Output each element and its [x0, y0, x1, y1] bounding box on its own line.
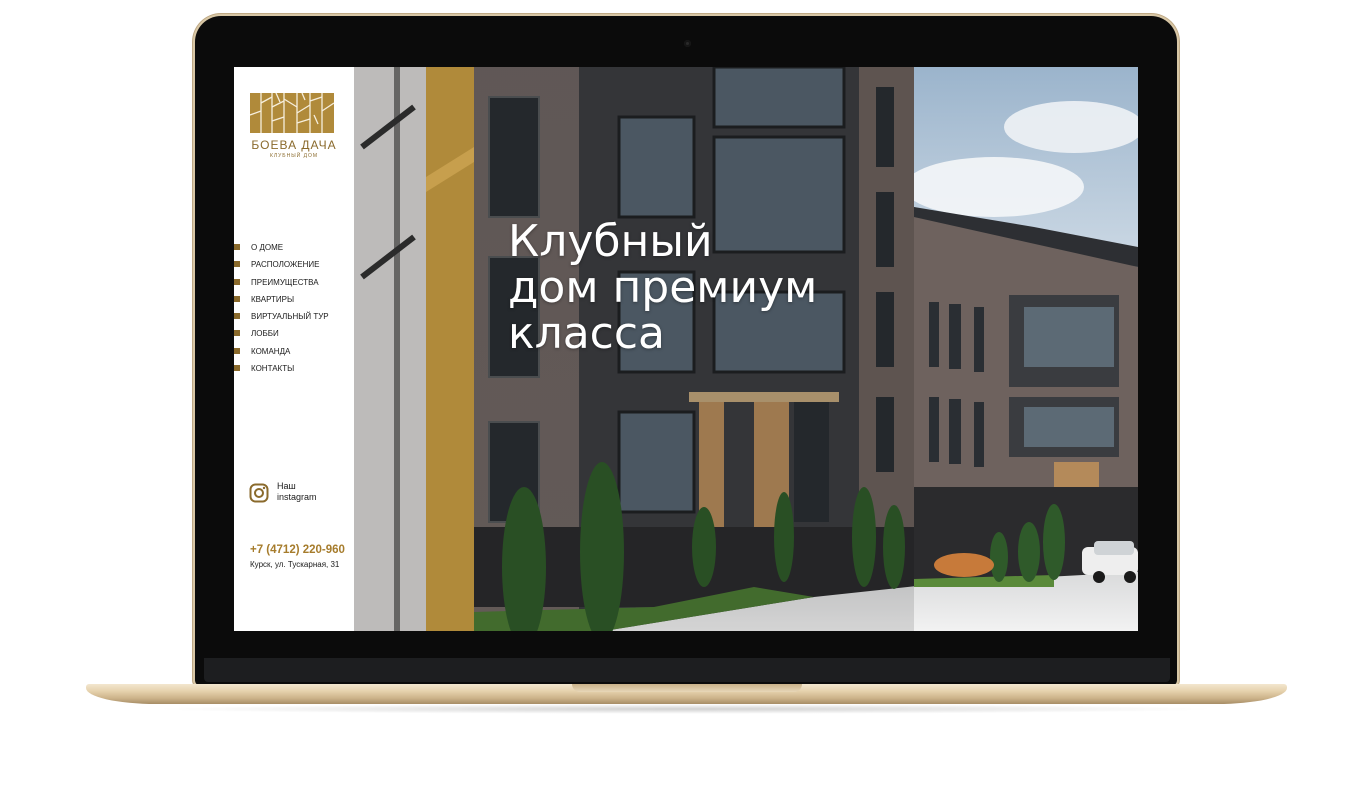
- website-screen: БОЕВА ДАЧА КЛУБНЫЙ ДОМ О ДОМЕ РАСПОЛОЖЕН…: [234, 67, 1138, 631]
- nav-item-label: КОНТАКТЫ: [251, 364, 295, 374]
- instagram-icon: [249, 483, 269, 503]
- nav-item-advantages[interactable]: ПРЕИМУЩЕСТВА: [234, 276, 354, 293]
- nav-item-lobby[interactable]: ЛОББИ: [234, 327, 354, 344]
- nav-bullet: [234, 313, 240, 320]
- nav-item-label: ВИРТУАЛЬНЫЙ ТУР: [251, 312, 329, 322]
- nav-item-label: ЛОББИ: [251, 329, 279, 339]
- address-text: Курск, ул. Тускарная, 31: [250, 560, 340, 569]
- instagram-link[interactable]: Наш instagram: [249, 481, 349, 505]
- main-nav: О ДОМЕ РАСПОЛОЖЕНИЕ ПРЕИМУЩЕСТВА КВАРТИР…: [234, 241, 354, 379]
- hero-title: Клубный дом премиум класса: [508, 216, 818, 359]
- webcam: [684, 40, 691, 47]
- nav-item-about[interactable]: О ДОМЕ: [234, 241, 354, 258]
- laptop-notch: [572, 684, 802, 692]
- nav-bullet: [234, 261, 240, 268]
- nav-bullet: [234, 330, 240, 337]
- instagram-label: Наш instagram: [277, 481, 317, 502]
- nav-item-virtual-tour[interactable]: ВИРТУАЛЬНЫЙ ТУР: [234, 310, 354, 327]
- nav-bullet: [234, 278, 240, 285]
- nav-item-location[interactable]: РАСПОЛОЖЕНИЕ: [234, 258, 354, 275]
- nav-bullet: [234, 365, 240, 372]
- brand-subtitle: КЛУБНЫЙ ДОМ: [269, 153, 319, 159]
- logo-icon[interactable]: [250, 93, 334, 133]
- phone-link[interactable]: +7 (4712) 220-960: [250, 544, 345, 556]
- hero-image: Клубный дом премиум класса: [354, 67, 1138, 631]
- nav-item-team[interactable]: КОМАНДА: [234, 345, 354, 362]
- nav-bullet: [234, 347, 240, 354]
- nav-item-apartments[interactable]: КВАРТИРЫ: [234, 293, 354, 310]
- nav-item-label: КОМАНДА: [251, 346, 291, 356]
- brand-name: БОЕВА ДАЧА: [251, 138, 337, 152]
- nav-item-label: О ДОМЕ: [251, 243, 284, 252]
- sidebar: БОЕВА ДАЧА КЛУБНЫЙ ДОМ О ДОМЕ РАСПОЛОЖЕН…: [234, 67, 354, 631]
- nav-item-contacts[interactable]: КОНТАКТЫ: [234, 362, 354, 379]
- nav-bullet: [234, 295, 240, 302]
- nav-bullet: [234, 244, 240, 250]
- nav-item-label: ПРЕИМУЩЕСТВА: [251, 277, 319, 287]
- nav-item-label: КВАРТИРЫ: [251, 294, 295, 304]
- laptop-bezel: [204, 658, 1170, 682]
- nav-item-label: РАСПОЛОЖЕНИЕ: [251, 260, 320, 270]
- laptop-shadow: [150, 704, 1220, 714]
